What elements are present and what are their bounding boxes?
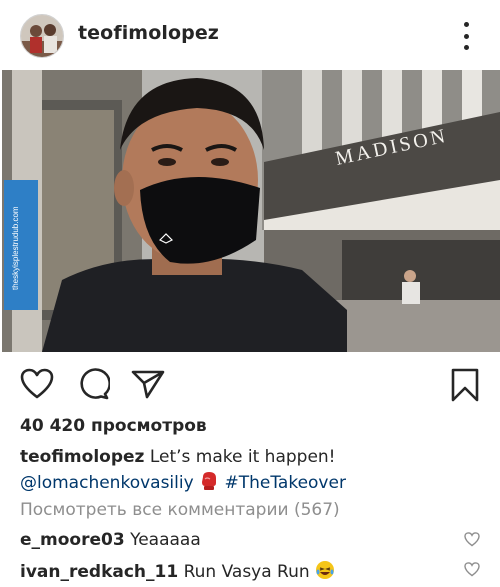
comment-item: e_moore03 Yeaaaaa [20,530,490,556]
view-count: 40 420 просмотров [20,416,207,436]
comment-text: Run Vasya Run [183,562,310,582]
more-vertical-icon[interactable] [458,22,474,50]
post-actions [0,360,500,408]
post-caption: teofimolopez Let’s make it happen! @loma… [20,444,480,499]
banner-text: theskyisplestrudub.com [11,206,20,290]
bookmark-icon[interactable] [450,368,480,407]
caption-username[interactable]: teofimolopez [20,447,144,467]
caption-text: Let’s make it happen! [149,447,336,467]
view-all-comments-link[interactable]: Посмотреть все комментарии (567) [20,500,340,520]
heart-icon[interactable] [464,562,480,582]
post-username[interactable]: teofimolopez [78,22,219,44]
post-header: teofimolopez [0,0,500,70]
caption-mention[interactable]: @lomachenkovasiliy [20,473,194,493]
send-icon[interactable] [130,368,166,405]
heart-icon[interactable] [464,532,480,552]
avatar[interactable] [20,14,64,58]
comment-icon[interactable] [76,368,111,405]
post-photo[interactable]: theskyisplestrudub.com MADISON [2,70,500,352]
comment-username[interactable]: ivan_redkach_11 [20,562,178,582]
comment-text: Yeaaaaa [130,530,201,550]
comment-item: ivan_redkach_11 Run Vasya Run [20,560,490,586]
laughing-emoji [315,560,335,585]
heart-icon[interactable] [20,368,54,405]
comment-username[interactable]: e_moore03 [20,530,125,550]
caption-hashtag[interactable]: #TheTakeover [224,473,345,493]
boxing-glove-emoji [199,471,219,499]
